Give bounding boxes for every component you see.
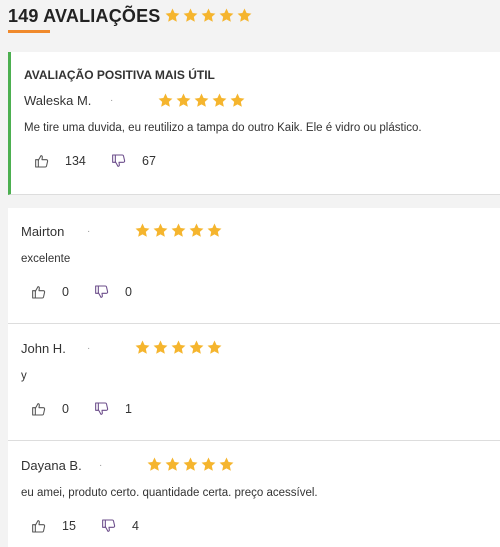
star-icon: [164, 7, 181, 24]
review-text: y: [21, 370, 27, 382]
separator-dot: ·: [110, 95, 114, 106]
thumbs-up-icon: [34, 153, 50, 169]
star-icon: [146, 456, 163, 473]
title-underline: [8, 30, 50, 33]
thumbs-up-icon: [31, 518, 47, 534]
review-author: John H.: [21, 341, 66, 356]
separator-dot: ·: [87, 226, 91, 237]
star-icon: [134, 339, 151, 356]
like-count: 0: [62, 285, 69, 299]
dislike-count: 1: [125, 402, 132, 416]
like-button[interactable]: 15: [31, 518, 76, 534]
like-count: 134: [65, 154, 86, 168]
dislike-button[interactable]: 0: [94, 284, 132, 300]
like-button[interactable]: 0: [31, 401, 69, 417]
like-button[interactable]: 0: [31, 284, 69, 300]
star-icon: [229, 92, 246, 109]
review-item: Dayana B. · eu amei, produto certo. quan…: [8, 441, 500, 547]
star-icon: [157, 92, 174, 109]
dislike-count: 4: [132, 519, 139, 533]
review-item: Mairton · excelente 0 0: [8, 208, 500, 324]
star-icon: [152, 339, 169, 356]
overall-rating-stars: [164, 7, 253, 24]
dislike-button[interactable]: 4: [101, 518, 139, 534]
dislike-button[interactable]: 1: [94, 401, 132, 417]
star-icon: [182, 7, 199, 24]
review-rating-stars: [134, 222, 223, 239]
star-icon: [188, 222, 205, 239]
most-helpful-review: AVALIAÇÃO POSITIVA MAIS ÚTIL Waleska M. …: [8, 52, 500, 195]
star-icon: [236, 7, 253, 24]
reviews-header: 149 AVALIAÇÕES: [0, 0, 500, 40]
most-helpful-label: AVALIAÇÃO POSITIVA MAIS ÚTIL: [24, 68, 215, 82]
star-icon: [152, 222, 169, 239]
review-author: Mairton: [21, 224, 65, 239]
separator-dot: ·: [87, 343, 91, 354]
star-icon: [182, 456, 199, 473]
review-rating-stars: [157, 92, 246, 109]
separator-dot: ·: [99, 460, 103, 471]
thumbs-down-icon: [101, 518, 117, 534]
like-count: 15: [62, 519, 76, 533]
thumbs-down-icon: [111, 153, 127, 169]
review-item: John H. · y 0 1: [8, 324, 500, 441]
like-button[interactable]: 134: [34, 153, 86, 169]
thumbs-up-icon: [31, 284, 47, 300]
star-icon: [188, 339, 205, 356]
star-icon: [218, 456, 235, 473]
star-icon: [164, 456, 181, 473]
dislike-count: 0: [125, 285, 132, 299]
star-icon: [200, 456, 217, 473]
review-author: Waleska M.: [24, 93, 92, 108]
thumbs-down-icon: [94, 284, 110, 300]
review-text: excelente: [21, 253, 71, 265]
thumbs-down-icon: [94, 401, 110, 417]
star-icon: [206, 339, 223, 356]
review-rating-stars: [134, 339, 223, 356]
dislike-button[interactable]: 67: [111, 153, 156, 169]
star-icon: [175, 92, 192, 109]
reviews-count-title: 149 AVALIAÇÕES: [8, 6, 161, 26]
star-icon: [170, 339, 187, 356]
star-icon: [134, 222, 151, 239]
like-count: 0: [62, 402, 69, 416]
dislike-count: 67: [142, 154, 156, 168]
review-text: eu amei, produto certo. quantidade certa…: [21, 487, 318, 499]
review-text: Me tire uma duvida, eu reutilizo a tampa…: [24, 122, 422, 134]
star-icon: [200, 7, 217, 24]
star-icon: [211, 92, 228, 109]
review-author: Dayana B.: [21, 458, 82, 473]
thumbs-up-icon: [31, 401, 47, 417]
star-icon: [170, 222, 187, 239]
review-rating-stars: [146, 456, 235, 473]
star-icon: [193, 92, 210, 109]
star-icon: [218, 7, 235, 24]
star-icon: [206, 222, 223, 239]
